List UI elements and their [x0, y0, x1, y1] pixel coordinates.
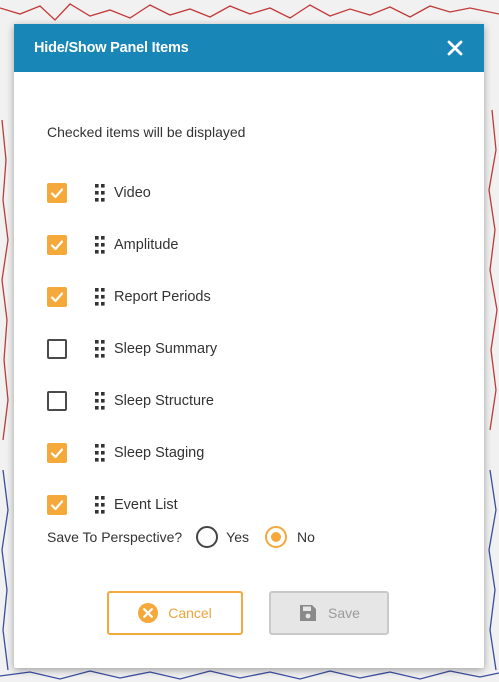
drag-handle-icon[interactable] [95, 288, 105, 306]
hide-show-panel-dialog: Hide/Show Panel Items Checked items will… [14, 24, 484, 668]
panel-item-event-list: Event List [47, 479, 217, 531]
drag-handle-icon[interactable] [95, 496, 105, 514]
checkbox-sleep-staging[interactable] [47, 443, 67, 463]
item-label: Amplitude [114, 237, 179, 253]
checkbox-sleep-structure[interactable] [47, 391, 67, 411]
cancel-label: Cancel [168, 605, 212, 621]
dialog-header: Hide/Show Panel Items [14, 24, 484, 72]
save-label: Save [328, 605, 360, 621]
close-button[interactable] [444, 37, 466, 59]
checkbox-video[interactable] [47, 183, 67, 203]
panel-item-sleep-structure: Sleep Structure [47, 375, 217, 427]
radio-yes[interactable] [196, 526, 219, 548]
cancel-icon [138, 603, 159, 623]
drag-handle-icon[interactable] [95, 184, 105, 202]
checkbox-event-list[interactable] [47, 495, 67, 515]
panel-item-report-periods: Report Periods [47, 271, 217, 323]
panel-item-amplitude: Amplitude [47, 219, 217, 271]
radio-no-label: No [297, 529, 315, 545]
drag-handle-icon[interactable] [95, 444, 105, 462]
floppy-disk-icon [298, 603, 318, 623]
radio-no[interactable] [265, 526, 287, 548]
checkbox-sleep-summary[interactable] [47, 339, 67, 359]
item-label: Sleep Summary [114, 341, 218, 357]
item-label: Video [114, 185, 151, 201]
instructions-text: Checked items will be displayed [47, 124, 246, 140]
item-label: Sleep Staging [114, 445, 205, 461]
save-to-perspective-label: Save To Perspective? [47, 529, 183, 545]
drag-handle-icon[interactable] [95, 236, 105, 254]
dialog-title: Hide/Show Panel Items [34, 40, 189, 56]
item-label: Report Periods [114, 289, 211, 305]
panel-items-list: Video Amplitude Report Periods Sleep Sum… [47, 167, 217, 531]
drag-handle-icon[interactable] [95, 340, 105, 358]
checkbox-amplitude[interactable] [47, 235, 67, 255]
panel-item-video: Video [47, 167, 217, 219]
item-label: Sleep Structure [114, 393, 214, 409]
radio-yes-label: Yes [226, 529, 249, 545]
panel-item-sleep-staging: Sleep Staging [47, 427, 217, 479]
save-to-perspective-row: Save To Perspective? Yes No [47, 526, 315, 548]
cancel-button[interactable]: Cancel [107, 591, 243, 635]
checkbox-report-periods[interactable] [47, 287, 67, 307]
drag-handle-icon[interactable] [95, 392, 105, 410]
close-icon [447, 40, 463, 56]
panel-item-sleep-summary: Sleep Summary [47, 323, 217, 375]
item-label: Event List [114, 497, 178, 513]
save-button[interactable]: Save [269, 591, 389, 635]
